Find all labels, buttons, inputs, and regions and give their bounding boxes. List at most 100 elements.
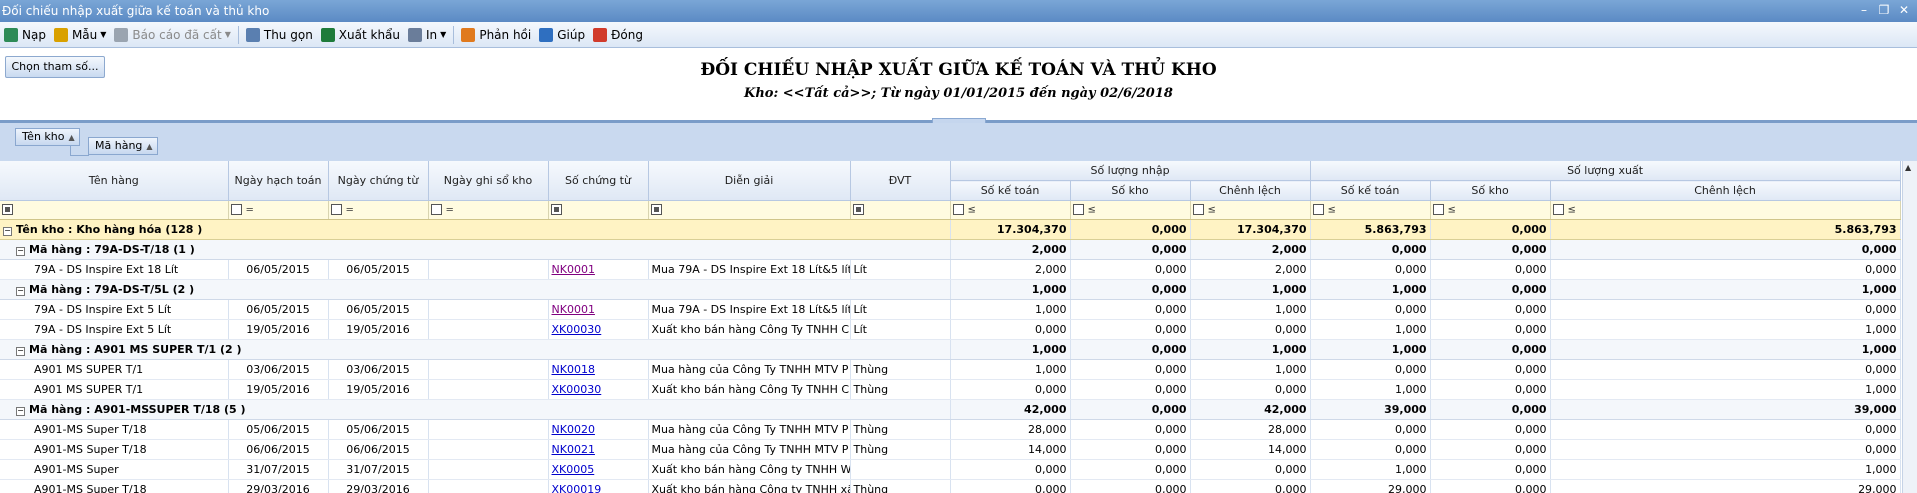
vertical-scrollbar[interactable]: ▲ [1902,161,1917,493]
table-row[interactable]: 79A - DS Inspire Ext 18 Lít 06/05/2015 06/… [0,259,1901,280]
filter-cell[interactable]: = [228,200,329,220]
toolbar-button-8[interactable]: Đóng [589,24,647,46]
filter-operator-icon[interactable] [430,204,442,216]
table-row[interactable]: A901 MS SUPER T/1 19/05/2016 19/05/2016 XK0… [0,379,1901,400]
filter-operator-icon[interactable] [1552,204,1564,216]
voucher-link[interactable]: XK00019 [552,483,602,493]
filter-cell[interactable]: ≤ [1310,200,1431,220]
toolbar-button-3[interactable]: Thu gọn [242,24,317,46]
collapse-icon[interactable]: − [16,287,25,296]
group-total-nhap_kho: 0,000 [1070,239,1191,260]
group-row-product[interactable]: − Mã hàng : 79A-DS-T/18 (1 ) 2,000 0,000 2,0… [0,239,1901,260]
toolbar-button-0[interactable]: Nạp [0,24,50,46]
filter-operator-icon[interactable] [330,204,342,216]
cell-xkt: 0,000 [1310,299,1431,320]
column-header-xuat-chenh_lech[interactable]: Chênh lệch [1550,180,1901,201]
filter-operator-icon[interactable] [852,204,864,216]
voucher-link[interactable]: NK0021 [552,443,595,456]
filter-operator-icon[interactable] [230,204,242,216]
column-header-nhap-so_kho[interactable]: Số kho [1070,180,1191,201]
restore-icon[interactable]: ❐ [1875,1,1893,19]
cell-nkt: 0,000 [950,479,1071,493]
voucher-link[interactable]: NK0020 [552,423,595,436]
toolbar-button-1[interactable]: Mẫu ▼ [50,24,110,46]
scroll-up-icon[interactable]: ▲ [1905,163,1911,172]
toolbar-button-4[interactable]: Xuất khẩu [317,24,404,46]
voucher-link[interactable]: XK00030 [552,323,602,336]
voucher-link[interactable]: XK00030 [552,383,602,396]
table-row[interactable]: 79A - DS Inspire Ext 5 Lít 06/05/2015 06/0… [0,299,1901,320]
table-row[interactable]: 79A - DS Inspire Ext 5 Lít 19/05/2016 19/0… [0,319,1901,340]
group-chip-product[interactable]: Mã hàng ▲ [88,137,158,155]
filter-cell[interactable]: ≤ [1430,200,1551,220]
filter-cell[interactable] [548,200,649,220]
column-header-ten_hang[interactable]: Tên hàng [0,161,229,201]
filter-operator-icon[interactable] [1072,204,1084,216]
close-icon [593,27,608,42]
column-header-nhap-so_ke_toan[interactable]: Số kế toán [950,180,1071,201]
column-header-ngay_chung_tu[interactable]: Ngày chứng từ [328,161,429,201]
filter-cell[interactable]: = [328,200,429,220]
table-row[interactable]: A901-MS Super T/18 06/06/2015 06/06/2015 NK… [0,439,1901,460]
dropdown-arrow-icon[interactable]: ▼ [440,30,446,39]
collapse-icon[interactable]: − [16,247,25,256]
group-chip-warehouse[interactable]: Tên kho ▲ [15,128,80,146]
column-header-nhap-chenh_lech[interactable]: Chênh lệch [1190,180,1311,201]
close-window-icon[interactable]: ✕ [1895,1,1913,19]
column-header-so_chung_tu[interactable]: Số chứng từ [548,161,649,201]
voucher-link[interactable]: NK0001 [552,303,595,316]
cell-xcl: 0,000 [1550,419,1901,440]
collapse-icon[interactable]: − [16,347,25,356]
dropdown-arrow-icon[interactable]: ▼ [100,30,106,39]
toolbar-button-7[interactable]: Giúp [535,24,589,46]
collapse-icon[interactable]: − [16,407,25,416]
column-header-dien_giai[interactable]: Diễn giải [648,161,851,201]
toolbar-button-6[interactable]: Phản hồi [457,24,535,46]
filter-operator-icon[interactable] [550,204,562,216]
refresh-icon [4,27,18,42]
filter-operator-icon[interactable] [1192,204,1204,216]
filter-cell[interactable] [850,200,951,220]
table-row[interactable]: A901-MS Super 31/07/2015 31/07/2015 XK0005 X… [0,459,1901,480]
cell-ngay-ghi-so-kho [428,319,549,340]
column-header-ngay_ghi_so_kho[interactable]: Ngày ghi sổ kho [428,161,549,201]
table-row[interactable]: A901 MS SUPER T/1 03/06/2015 03/06/2015 NK0… [0,359,1901,380]
group-row-warehouse[interactable]: − Tên kho : Kho hàng hóa (128 ) 17.304,370… [0,219,1901,240]
filter-cell[interactable] [648,200,851,220]
voucher-link[interactable]: NK0018 [552,363,595,376]
table-row[interactable]: A901-MS Super T/18 29/03/2016 29/03/2016 XK… [0,479,1901,493]
filter-cell[interactable]: ≤ [1550,200,1901,220]
column-header-dvt[interactable]: ĐVT [850,161,951,201]
group-label: Mã hàng : A901 MS SUPER T/1 (2 ) [29,343,242,356]
toolbar-separator [453,25,455,44]
cell-ngay-chung-tu: 06/06/2015 [328,439,429,460]
mail-icon [461,27,476,42]
column-header-ngay_hach_toan[interactable]: Ngày hạch toán [228,161,329,201]
voucher-link[interactable]: NK0001 [552,263,595,276]
toolbar-button-2[interactable]: Báo cáo đã cất ▼ [110,24,234,46]
voucher-link[interactable]: XK0005 [552,463,595,476]
save-icon [114,27,129,42]
column-header-xuat-so_kho[interactable]: Số kho [1430,180,1551,201]
filter-operator-icon[interactable] [952,204,964,216]
filter-operator-icon[interactable] [2,204,13,216]
filter-operator-icon[interactable] [1312,204,1324,216]
filter-cell[interactable]: = [428,200,549,220]
group-row-product[interactable]: − Mã hàng : 79A-DS-T/5L (2 ) 1,000 0,000 1,0… [0,279,1901,300]
table-row[interactable]: A901-MS Super T/18 05/06/2015 05/06/2015 NK… [0,419,1901,440]
dropdown-arrow-icon[interactable]: ▼ [225,30,231,39]
filter-cell[interactable]: ≤ [950,200,1071,220]
toolbar-button-5[interactable]: In ▼ [404,24,450,46]
group-row-product[interactable]: − Mã hàng : A901-MSSUPER T/18 (5 ) 42,000 0… [0,399,1901,420]
collapse-icon[interactable]: − [3,227,12,236]
filter-cell[interactable]: ≤ [1070,200,1191,220]
filter-operator-icon[interactable] [1432,204,1444,216]
group-row-product[interactable]: − Mã hàng : A901 MS SUPER T/1 (2 ) 1,000 0,… [0,339,1901,360]
filter-cell[interactable]: ≤ [1190,200,1311,220]
minimize-icon[interactable]: – [1855,1,1873,19]
cell-xcl: 1,000 [1550,319,1901,340]
column-header-xuat-so_ke_toan[interactable]: Số kế toán [1310,180,1431,201]
filter-operator-icon[interactable] [650,204,662,216]
cell-ngay-hach-toan: 29/03/2016 [228,479,329,493]
filter-cell[interactable] [0,200,229,220]
